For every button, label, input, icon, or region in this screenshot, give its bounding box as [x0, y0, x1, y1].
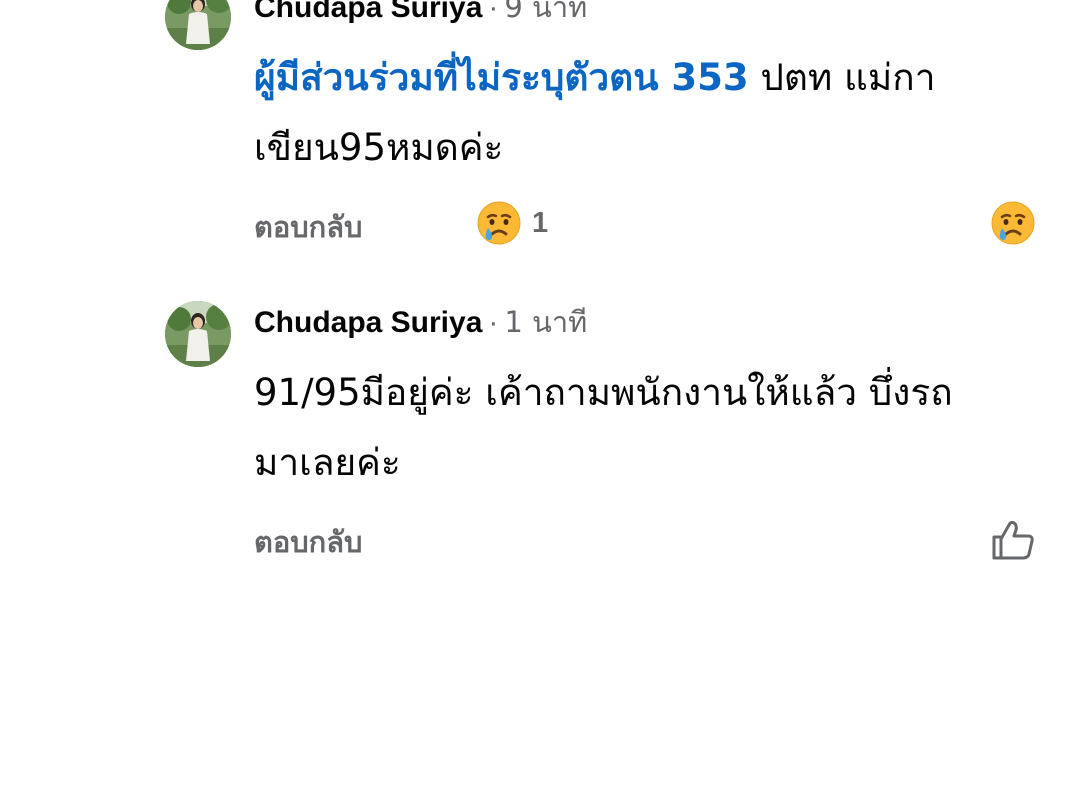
- comment-author-line: Chudapa Suriya · 9 นาที: [254, 0, 587, 27]
- sad-reaction-button[interactable]: [990, 200, 1038, 248]
- avatar[interactable]: [165, 0, 231, 50]
- reaction-count: 1: [532, 206, 549, 239]
- comment-thread: Chudapa Suriya · 9 นาที ผู้มีส่วนร่วมที่ไม…: [0, 0, 1080, 785]
- thumbs-up-icon: [992, 520, 1034, 560]
- meta-separator: ·: [488, 0, 499, 24]
- author-name[interactable]: Chudapa Suriya: [254, 306, 482, 339]
- comment-text-part: ปตท แม่กา: [748, 56, 936, 99]
- comment-author-line: Chudapa Suriya · 1 นาที: [254, 303, 587, 342]
- reply-button[interactable]: ตอบกลับ: [254, 522, 362, 562]
- like-button[interactable]: [990, 517, 1038, 565]
- avatar-photo: [165, 301, 231, 367]
- sad-face-icon: [477, 201, 521, 245]
- comment-line-2: มาเลยค่ะ: [254, 441, 401, 484]
- author-name[interactable]: Chudapa Suriya: [254, 0, 482, 24]
- comment-time[interactable]: 9 นาที: [504, 0, 587, 24]
- meta-separator: ·: [488, 306, 499, 339]
- avatar-photo: [165, 0, 231, 50]
- reply-button[interactable]: ตอบกลับ: [254, 207, 362, 247]
- comment-line-1: ผู้มีส่วนร่วมที่ไม่ระบุตัวตน 353 ปตท แม่…: [254, 43, 1054, 113]
- sad-face-icon: [991, 201, 1035, 245]
- comment-line-2: เขียน95หมดค่ะ: [254, 126, 504, 169]
- comment-time[interactable]: 1 นาที: [504, 305, 587, 339]
- avatar[interactable]: [165, 301, 231, 367]
- mention-link[interactable]: ผู้มีส่วนร่วมที่ไม่ระบุตัวตน 353: [254, 56, 749, 99]
- comment-body: 91/95มีอยู่ค่ะ เค้าถามพนักงานให้แล้ว บึ่…: [254, 358, 1054, 498]
- reaction-summary[interactable]: 1: [476, 199, 548, 247]
- comment-line-1: 91/95มีอยู่ค่ะ เค้าถามพนักงานให้แล้ว บึ่…: [254, 371, 953, 414]
- comment-body: ผู้มีส่วนร่วมที่ไม่ระบุตัวตน 353 ปตท แม่…: [254, 43, 1054, 183]
